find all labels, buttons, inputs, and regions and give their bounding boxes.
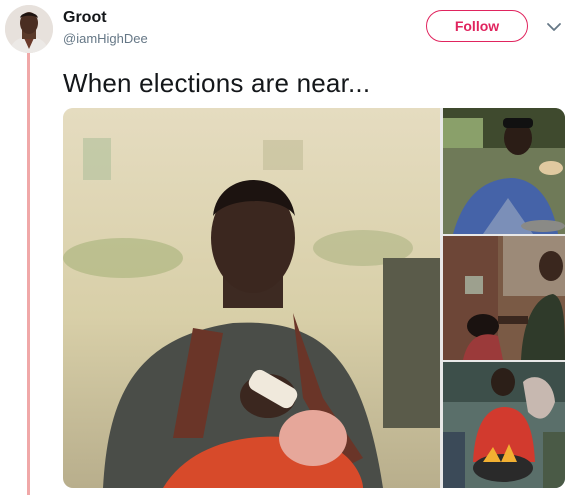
thread-line	[27, 52, 30, 495]
tweet-card: Groot @iamHighDee Follow When elections …	[0, 0, 572, 495]
chevron-down-icon[interactable]	[546, 20, 562, 32]
media-grid	[63, 108, 565, 488]
user-handle[interactable]: @iamHighDee	[63, 31, 148, 46]
photo-thumbnail-2[interactable]	[443, 236, 565, 360]
photo-thumbnail-1[interactable]	[443, 108, 565, 234]
photo-thumbnail-3[interactable]	[443, 362, 565, 488]
display-name[interactable]: Groot	[63, 9, 107, 27]
tweet-text: When elections are near...	[63, 68, 371, 98]
avatar[interactable]	[5, 5, 53, 53]
follow-button[interactable]: Follow	[426, 10, 528, 42]
photo-main[interactable]	[63, 108, 440, 488]
